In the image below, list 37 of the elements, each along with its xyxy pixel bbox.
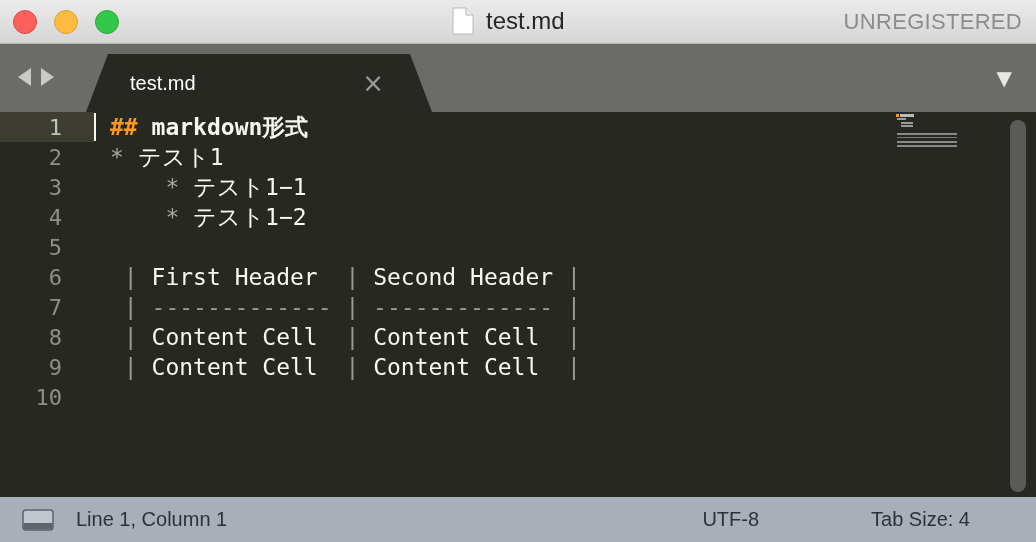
minimize-window-button[interactable] [54, 9, 78, 34]
text-cursor [94, 113, 96, 141]
code-line: * テスト1−1 [164, 172, 307, 202]
line-number: 2 [47, 143, 63, 172]
tab-size-label[interactable]: Tab Size: 4 [871, 508, 970, 531]
line-number: 9 [47, 353, 63, 382]
close-tab-button[interactable]: × [362, 70, 384, 96]
code-line: | ------------- | ------------- | [122, 294, 581, 320]
window-title: test.md [486, 7, 565, 35]
back-icon[interactable] [18, 68, 32, 86]
line-number: 7 [47, 293, 63, 322]
code-line: | Content Cell | Content Cell | [122, 354, 581, 380]
code-line: | Content Cell | Content Cell | [122, 324, 581, 350]
close-window-button[interactable] [13, 9, 37, 34]
code-line: ## markdown形式 [110, 112, 309, 142]
line-number: 3 [47, 173, 63, 202]
code-line: * テスト1 [110, 142, 224, 172]
line-number: 5 [47, 233, 63, 262]
license-status: UNREGISTERED [843, 8, 1022, 35]
line-number: 10 [34, 383, 63, 412]
scrollbar[interactable] [1010, 120, 1026, 492]
encoding-label[interactable]: UTF-8 [702, 508, 760, 531]
tab-label: test.md [130, 71, 196, 95]
panel-icon[interactable] [22, 508, 54, 531]
document-icon [452, 7, 474, 35]
line-number: 4 [47, 203, 63, 232]
code-line: | First Header | Second Header | [122, 264, 581, 290]
line-number: 8 [47, 323, 63, 352]
file-tab[interactable]: test.md × [86, 54, 432, 112]
cursor-position[interactable]: Line 1, Column 1 [76, 508, 228, 531]
zoom-window-button[interactable] [95, 9, 119, 34]
line-number: 1 [0, 112, 94, 142]
forward-icon[interactable] [40, 68, 54, 86]
code-line: * テスト1−2 [164, 202, 307, 232]
tab-menu-button[interactable]: ▼ [996, 68, 1012, 88]
minimap-drawing[interactable] [896, 114, 960, 150]
line-number: 6 [47, 263, 63, 292]
